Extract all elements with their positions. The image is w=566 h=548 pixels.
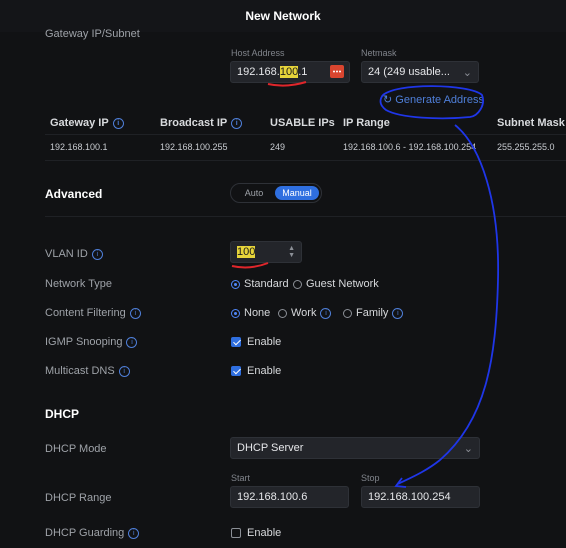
checkbox-icon[interactable]	[231, 366, 241, 377]
refresh-icon: ↻	[383, 94, 393, 106]
cell-broadcast-ip: 192.168.100.255	[160, 142, 228, 152]
radio-icon[interactable]	[231, 279, 240, 289]
header-ip-range: IP Range	[343, 117, 390, 129]
vlan-underline-annotation	[231, 262, 269, 269]
info-icon[interactable]: i	[392, 307, 404, 319]
stepper-icon[interactable]: ▲ ▼	[288, 245, 295, 259]
info-icon[interactable]: i	[231, 117, 243, 129]
filter-none[interactable]: None	[231, 307, 270, 319]
info-icon[interactable]: i	[320, 307, 332, 319]
dhcp-start-label: Start	[231, 473, 251, 483]
filter-family[interactable]: Family i	[343, 307, 404, 319]
cell-subnet-mask: 255.255.255.0	[497, 142, 555, 152]
gateway-subnet-label: Gateway IP/Subnet	[45, 28, 140, 40]
info-icon[interactable]: i	[112, 117, 124, 129]
cell-usable-ips: 249	[270, 142, 286, 152]
info-icon[interactable]: i	[91, 248, 103, 260]
table-divider	[45, 134, 566, 135]
network-type-label: Network Type	[45, 278, 113, 290]
header-broadcast-ip: Broadcast IP i	[160, 117, 243, 129]
vlan-id-value: 100	[237, 246, 256, 258]
dhcp-mode-label: DHCP Mode	[45, 443, 107, 455]
multicast-dns-label: Multicast DNS i	[45, 365, 130, 377]
table-divider	[45, 160, 566, 161]
checkbox-icon[interactable]	[231, 337, 241, 348]
info-icon[interactable]: i	[118, 365, 130, 377]
dhcp-stop-label: Stop	[361, 473, 380, 483]
checkbox-icon[interactable]	[231, 528, 241, 539]
chevron-down-icon: ⌄	[462, 66, 472, 79]
header-usable-ips: USABLE IPs	[270, 117, 335, 129]
vlan-id-input[interactable]: 100 ▲ ▼	[230, 241, 302, 263]
radio-icon[interactable]	[293, 279, 302, 289]
dhcp-mode-select[interactable]: DHCP Server ⌄	[230, 437, 480, 459]
network-type-standard[interactable]: Standard	[231, 278, 289, 290]
advanced-mode-toggle[interactable]: Auto Manual	[230, 183, 322, 203]
content-filtering-label: Content Filtering i	[45, 307, 141, 319]
host-prefix: 192.168.	[237, 66, 280, 78]
host-highlight: 100	[279, 66, 299, 78]
dhcp-mode-value: DHCP Server	[237, 442, 304, 454]
header-gateway-ip: Gateway IP i	[50, 117, 124, 129]
generate-address-link[interactable]: ↻ Generate Address	[383, 93, 484, 106]
dhcp-range-label: DHCP Range	[45, 492, 112, 504]
info-icon[interactable]: i	[128, 527, 140, 539]
generate-address-label: Generate Address	[395, 94, 484, 106]
vlan-id-label: VLAN ID i	[45, 248, 103, 260]
chevron-down-icon: ⌄	[463, 442, 473, 455]
igmp-snooping-label: IGMP Snooping i	[45, 336, 138, 348]
netmask-label: Netmask	[361, 48, 397, 58]
connector-arrow-annotation	[397, 124, 499, 485]
cell-gateway-ip: 192.168.100.1	[50, 142, 108, 152]
dhcp-start-input[interactable]: 192.168.100.6	[230, 486, 349, 508]
filter-work[interactable]: Work i	[278, 307, 332, 319]
netmask-value: 24 (249 usable...	[368, 66, 450, 78]
section-divider	[45, 216, 566, 217]
host-address-label: Host Address	[231, 48, 285, 58]
advanced-heading: Advanced	[45, 187, 103, 201]
info-icon[interactable]: i	[129, 307, 141, 319]
header-subnet-mask: Subnet Mask	[497, 117, 565, 129]
mdns-enable-checkbox[interactable]: Enable	[231, 365, 281, 377]
auto-option[interactable]: Auto	[235, 186, 273, 200]
radio-icon[interactable]	[231, 308, 240, 318]
host-suffix: .1	[298, 66, 308, 78]
radio-icon[interactable]	[343, 308, 352, 318]
dhcp-guarding-label: DHCP Guarding i	[45, 527, 140, 539]
dhcp-heading: DHCP	[45, 407, 80, 421]
dhcp-stop-input[interactable]: 192.168.100.254	[361, 486, 480, 508]
info-icon[interactable]: i	[126, 336, 138, 348]
netmask-select[interactable]: 24 (249 usable... ⌄	[361, 61, 479, 83]
password-manager-icon[interactable]	[330, 65, 344, 78]
igmp-enable-checkbox[interactable]: Enable	[231, 336, 281, 348]
manual-option[interactable]: Manual	[275, 186, 319, 200]
dhcp-guarding-checkbox[interactable]: Enable	[231, 527, 281, 539]
radio-icon[interactable]	[278, 308, 287, 318]
network-type-guest[interactable]: Guest Network	[293, 278, 379, 290]
cell-ip-range: 192.168.100.6 - 192.168.100.254	[343, 142, 477, 152]
